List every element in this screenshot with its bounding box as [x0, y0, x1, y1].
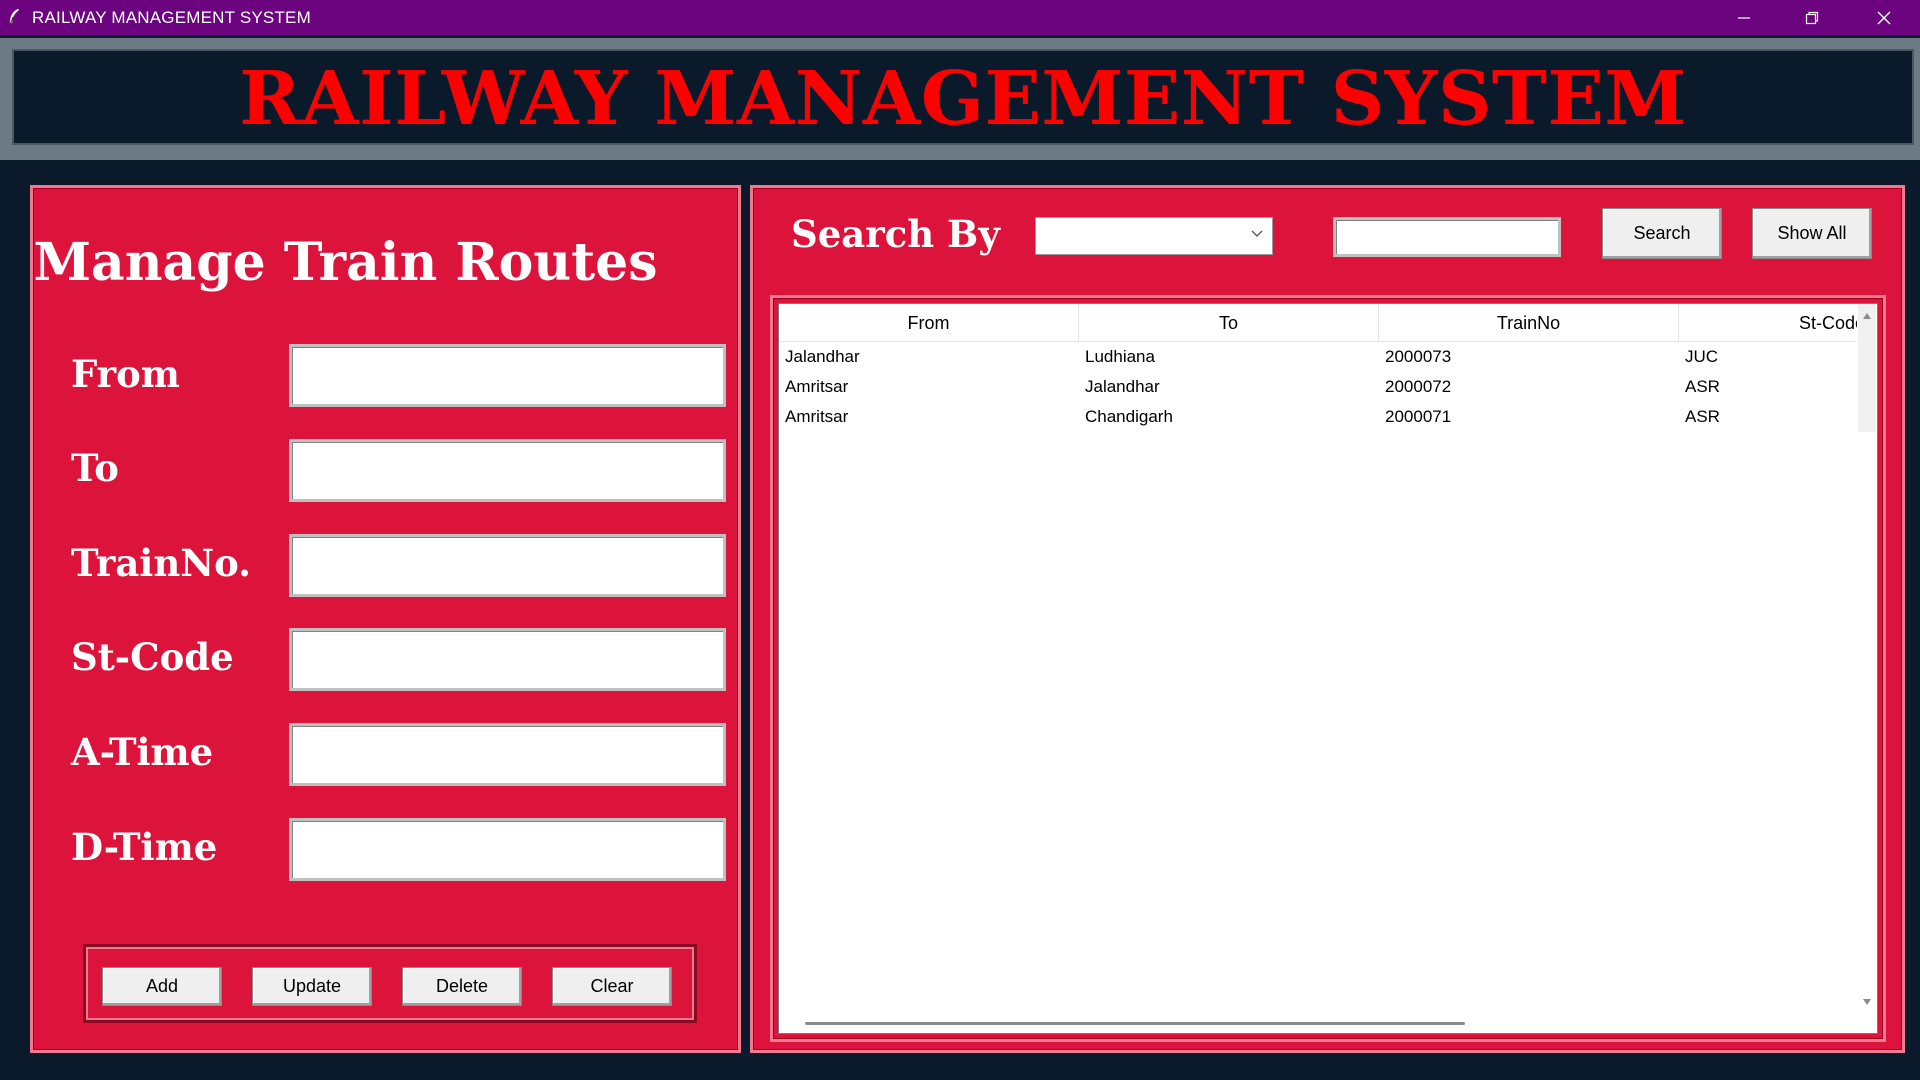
window-title: RAILWAY MANAGEMENT SYSTEM: [32, 8, 311, 27]
search-button[interactable]: Search: [1602, 208, 1722, 259]
minimize-icon: [1738, 16, 1750, 19]
scroll-down-arrow-icon[interactable]: [1862, 998, 1872, 1006]
restore-icon: [1805, 11, 1819, 24]
a-time-label: A-Time: [71, 730, 214, 774]
d-time-input[interactable]: [289, 818, 726, 881]
cell-from: Amritsar: [785, 377, 849, 396]
cell-st-code: ASR: [1685, 407, 1720, 426]
column-header-train-no[interactable]: TrainNo: [1379, 304, 1679, 342]
table-body: Jalandhar Ludhiana 2000073 JUC Amritsar …: [779, 342, 1859, 432]
close-icon: [1877, 11, 1891, 24]
chevron-down-icon: [1251, 230, 1263, 237]
horizontal-scrollbar[interactable]: [779, 1013, 1859, 1033]
d-time-label: D-Time: [71, 825, 218, 869]
table-frame: From To TrainNo St-Code Jalandhar Ludhia…: [770, 295, 1886, 1042]
cell-to: Jalandhar: [1085, 377, 1160, 396]
manage-routes-panel: Manage Train Routes From To TrainNo. St-…: [30, 185, 741, 1053]
update-button[interactable]: Update: [252, 967, 372, 1006]
header-inner: RAILWAY MANAGEMENT SYSTEM: [12, 49, 1914, 145]
panel-title-text: Manage Train Routes: [33, 232, 658, 293]
routes-table[interactable]: From To TrainNo St-Code Jalandhar Ludhia…: [778, 303, 1878, 1034]
cell-st-code: ASR: [1685, 377, 1720, 396]
panel-title: Manage Train Routes: [33, 232, 738, 293]
minimize-button[interactable]: [1710, 0, 1778, 35]
clear-button[interactable]: Clear: [552, 967, 672, 1006]
show-all-button[interactable]: Show All: [1752, 208, 1872, 259]
feather-icon: [9, 8, 20, 26]
train-no-label: TrainNo.: [71, 541, 251, 585]
cell-to: Ludhiana: [1085, 347, 1155, 366]
column-header-to[interactable]: To: [1079, 304, 1379, 342]
a-time-input[interactable]: [289, 723, 726, 786]
routes-table-panel: Search By Search Show All From To TrainN…: [750, 185, 1905, 1053]
cell-train-no: 2000071: [1385, 407, 1452, 426]
cell-train-no: 2000072: [1385, 377, 1452, 396]
restore-button[interactable]: [1778, 0, 1846, 35]
st-code-label: St-Code: [71, 635, 234, 679]
cell-from: Jalandhar: [785, 347, 860, 366]
action-button-frame: Add Update Delete Clear: [83, 944, 697, 1023]
table-header: From To TrainNo St-Code: [779, 304, 1865, 342]
table-row[interactable]: Amritsar Jalandhar 2000072 ASR: [779, 372, 1859, 402]
cell-st-code: JUC: [1685, 347, 1719, 366]
table-row[interactable]: Jalandhar Ludhiana 2000073 JUC: [779, 342, 1859, 372]
st-code-input[interactable]: [289, 628, 726, 691]
vertical-scrollbar[interactable]: [1857, 304, 1877, 1014]
to-label: To: [71, 446, 119, 490]
app-heading: RAILWAY MANAGEMENT SYSTEM: [239, 56, 1687, 142]
scroll-up-arrow-icon[interactable]: [1862, 312, 1872, 320]
table-row[interactable]: Amritsar Chandigarh 2000071 ASR: [779, 402, 1859, 432]
add-button[interactable]: Add: [102, 967, 222, 1006]
from-input[interactable]: [289, 344, 726, 407]
delete-button[interactable]: Delete: [402, 967, 522, 1006]
from-label: From: [71, 352, 180, 396]
column-header-from[interactable]: From: [779, 304, 1079, 342]
to-input[interactable]: [289, 439, 726, 502]
vertical-scroll-thumb[interactable]: [1858, 304, 1876, 432]
search-by-select[interactable]: [1035, 217, 1273, 255]
column-header-st-code[interactable]: St-Code: [1679, 304, 1920, 342]
cell-from: Amritsar: [785, 407, 849, 426]
header-banner: RAILWAY MANAGEMENT SYSTEM: [0, 38, 1920, 160]
train-no-input[interactable]: [289, 534, 726, 597]
horizontal-scroll-thumb[interactable]: [805, 1022, 1465, 1025]
cell-to: Chandigarh: [1085, 407, 1173, 426]
cell-train-no: 2000073: [1385, 347, 1452, 366]
search-by-label: Search By: [791, 212, 1000, 256]
close-button[interactable]: [1850, 0, 1918, 35]
search-input[interactable]: [1333, 217, 1561, 257]
window-titlebar: RAILWAY MANAGEMENT SYSTEM: [0, 0, 1920, 35]
